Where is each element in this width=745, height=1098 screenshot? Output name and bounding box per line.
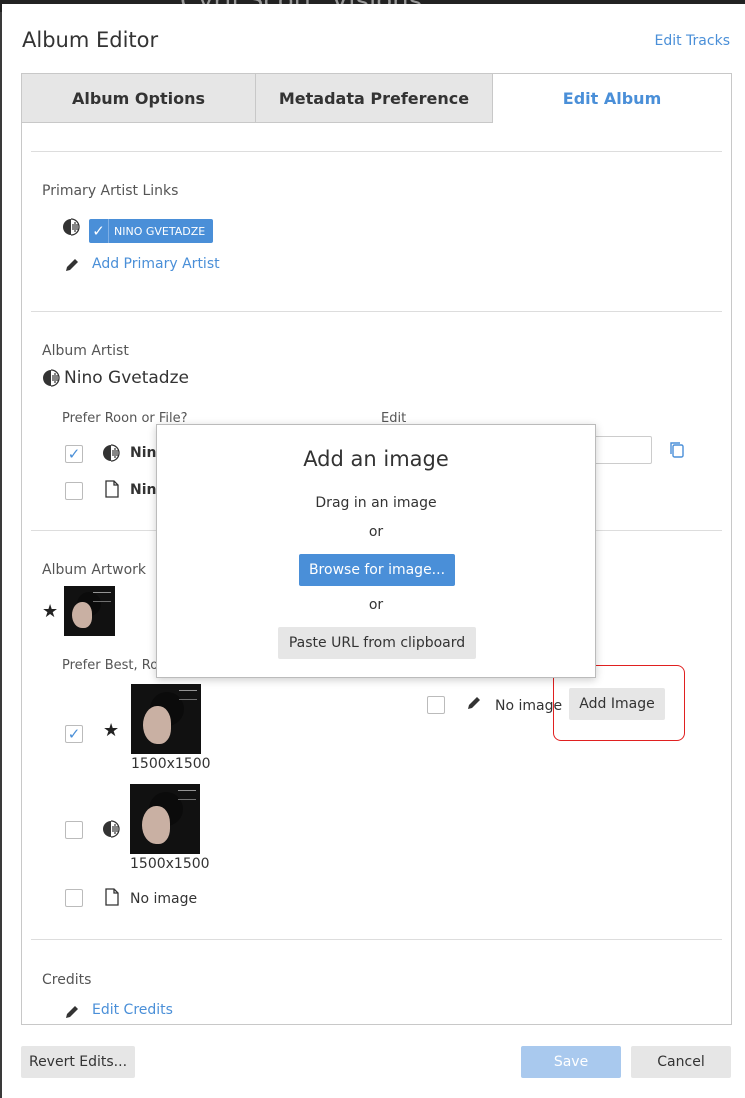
album-artist-roon-checkbox[interactable]: ✓ xyxy=(65,445,83,463)
dialog-title: Album Editor xyxy=(22,28,159,52)
tab-bar: Album Options Metadata Preference Edit A… xyxy=(21,73,732,123)
artwork-best-checkbox[interactable]: ✓ xyxy=(65,725,83,743)
roon-icon xyxy=(103,820,120,838)
star-icon: ★ xyxy=(103,720,120,741)
roon-icon xyxy=(63,218,80,236)
pencil-icon xyxy=(468,697,480,709)
divider xyxy=(31,311,722,312)
edit-tracks-link[interactable]: Edit Tracks xyxy=(655,33,731,49)
save-button[interactable]: Save xyxy=(521,1046,621,1078)
file-icon xyxy=(105,888,119,906)
album-artist-heading: Album Artist xyxy=(42,343,129,359)
artwork-roon-checkbox[interactable] xyxy=(65,821,83,839)
check-icon: ✓ xyxy=(89,219,109,243)
tab-album-options[interactable]: Album Options xyxy=(21,73,256,123)
artwork-best-thumbnail xyxy=(131,684,201,754)
add-image-modal: Add an image Drag in an image or Browse … xyxy=(156,424,596,678)
star-icon: ★ xyxy=(42,601,59,622)
edit-credits-link[interactable]: Edit Credits xyxy=(92,1002,173,1018)
tab-metadata-preference[interactable]: Metadata Preference xyxy=(256,73,493,123)
primary-artist-links-heading: Primary Artist Links xyxy=(42,183,179,199)
file-icon xyxy=(105,480,119,498)
paste-url-button[interactable]: Paste URL from clipboard xyxy=(278,627,476,659)
primary-artist-chip-label: NINO GVETADZE xyxy=(114,224,206,238)
pencil-icon xyxy=(66,259,78,271)
artwork-file-no-image: No image xyxy=(130,891,198,907)
tab-edit-album[interactable]: Edit Album xyxy=(493,73,732,123)
artwork-edit-checkbox[interactable] xyxy=(427,696,445,714)
artwork-file-checkbox[interactable] xyxy=(65,889,83,907)
album-artist-file-value: Nin xyxy=(130,482,157,498)
browse-image-button[interactable]: Browse for image... xyxy=(299,554,455,586)
drag-image-text: Drag in an image xyxy=(315,495,437,511)
primary-artist-chip[interactable]: ✓ NINO GVETADZE xyxy=(89,219,214,243)
artwork-best-resolution: 1500x1500 xyxy=(131,756,211,772)
artwork-roon-thumbnail xyxy=(130,784,200,854)
pencil-icon xyxy=(66,1006,78,1018)
album-artwork-thumbnail xyxy=(64,586,115,636)
or-text: or xyxy=(368,524,384,540)
credits-heading: Credits xyxy=(42,972,92,988)
divider xyxy=(31,939,722,940)
roon-icon xyxy=(43,369,60,387)
artwork-roon-resolution: 1500x1500 xyxy=(130,856,210,872)
prefer-best-roon-label: Prefer Best, Roo xyxy=(62,658,167,673)
album-artist-roon-value: Nin xyxy=(130,445,157,461)
copy-icon[interactable] xyxy=(668,441,686,459)
add-primary-artist-link[interactable]: Add Primary Artist xyxy=(92,256,220,272)
or-text: or xyxy=(368,597,384,613)
modal-title: Add an image xyxy=(303,447,449,471)
album-artist-name: Nino Gvetadze xyxy=(64,368,189,388)
album-artist-file-checkbox[interactable] xyxy=(65,482,83,500)
divider xyxy=(31,151,722,152)
roon-icon xyxy=(103,444,120,462)
album-artwork-heading: Album Artwork xyxy=(42,562,147,578)
revert-edits-button[interactable]: Revert Edits... xyxy=(21,1046,135,1078)
cancel-button[interactable]: Cancel xyxy=(631,1046,731,1078)
